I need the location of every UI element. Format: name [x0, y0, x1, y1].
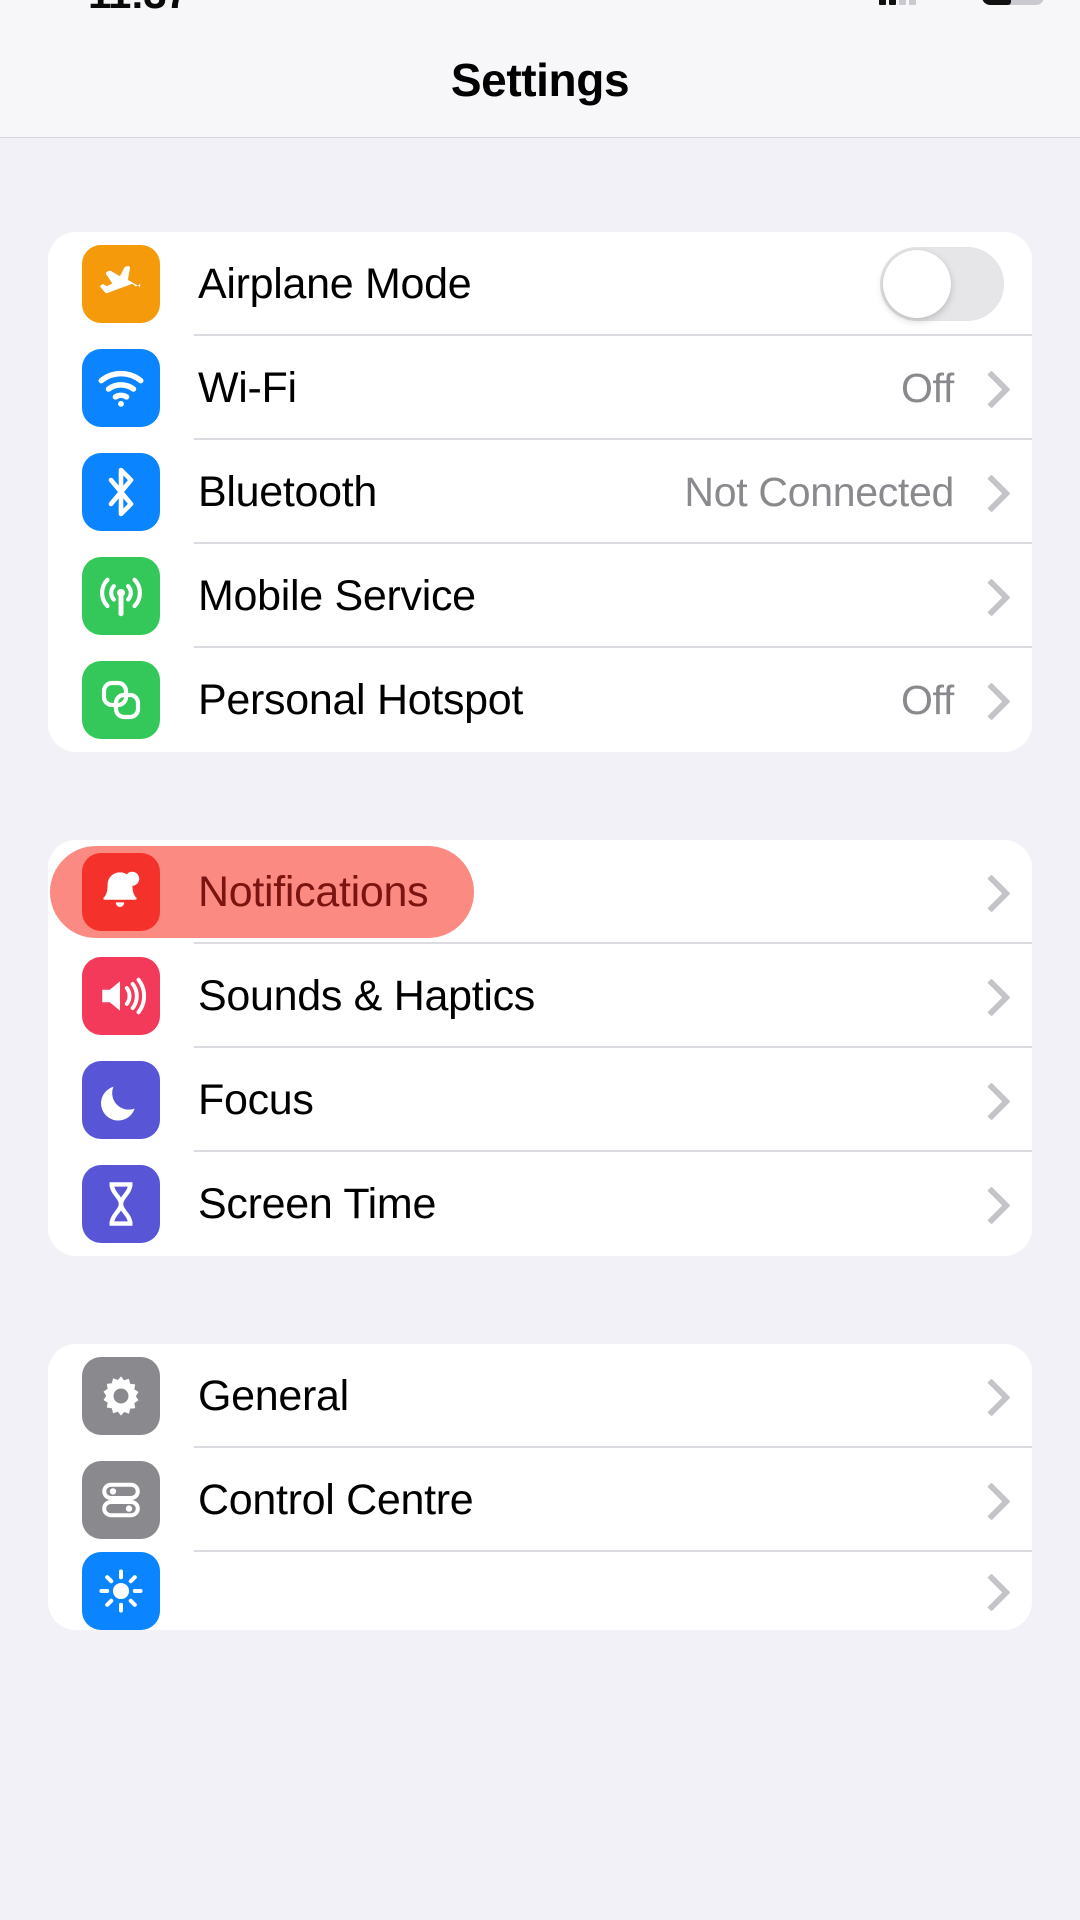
status-bar-time: 11:37	[88, 0, 189, 18]
battery-icon	[982, 0, 1044, 5]
settings-row-screen-time[interactable]: Screen Time	[48, 1152, 1032, 1256]
sliders-icon	[82, 1461, 160, 1539]
settings-row-label: Wi-Fi	[198, 363, 297, 412]
chevron-right-icon	[976, 369, 998, 407]
bluetooth-status-value: Not Connected	[684, 468, 954, 515]
settings-row-general[interactable]: General	[48, 1344, 1032, 1448]
settings-row-personal-hotspot[interactable]: Personal Hotspot Off	[48, 648, 1032, 752]
settings-row-control-centre[interactable]: Control Centre	[48, 1448, 1032, 1552]
page-title: Settings	[450, 53, 630, 106]
chevron-right-icon	[976, 473, 998, 511]
airplane-icon	[82, 245, 160, 323]
settings-row-label: Control Centre	[198, 1475, 474, 1524]
carrier-label: LTE	[926, 0, 973, 5]
settings-row-label: Sounds & Haptics	[198, 971, 535, 1020]
chevron-right-icon	[976, 1377, 998, 1415]
wifi-status-value: Off	[900, 364, 954, 411]
brightness-icon	[82, 1552, 160, 1630]
settings-row-bluetooth[interactable]: Bluetooth Not Connected	[48, 440, 1032, 544]
settings-row-sounds-haptics[interactable]: Sounds & Haptics	[48, 944, 1032, 1048]
settings-row-label: Bluetooth	[198, 467, 378, 516]
airplane-mode-toggle[interactable]	[880, 247, 1004, 321]
settings-row-mobile-service[interactable]: Mobile Service	[48, 544, 1032, 648]
bell-icon	[82, 853, 160, 931]
settings-row-label: General	[198, 1371, 349, 1420]
gear-icon	[82, 1357, 160, 1435]
chevron-right-icon	[976, 1481, 998, 1519]
cellular-antenna-icon	[82, 557, 160, 635]
settings-group-connectivity: Airplane Mode Wi-Fi Off Bluetooth Not Co…	[48, 232, 1032, 752]
cellular-signal-icon	[879, 0, 916, 5]
settings-row-focus[interactable]: Focus	[48, 1048, 1032, 1152]
moon-icon	[82, 1061, 160, 1139]
settings-row-label: Mobile Service	[198, 571, 476, 620]
settings-row-label: Personal Hotspot	[198, 675, 524, 724]
settings-row-label: Focus	[198, 1075, 314, 1124]
settings-row-notifications[interactable]: Notifications	[48, 840, 1032, 944]
settings-group-alerts: Notifications Sounds & Haptics Focus Scr…	[48, 840, 1032, 1256]
speaker-icon	[82, 957, 160, 1035]
settings-scroll-view[interactable]: Airplane Mode Wi-Fi Off Bluetooth Not Co…	[0, 232, 1080, 1920]
navigation-bar: Settings	[0, 22, 1080, 138]
settings-row-display-brightness[interactable]	[48, 1552, 1032, 1630]
settings-row-label: Airplane Mode	[198, 259, 472, 308]
settings-row-airplane-mode[interactable]: Airplane Mode	[48, 232, 1032, 336]
chevron-right-icon	[976, 1572, 998, 1610]
settings-row-label: Screen Time	[198, 1179, 437, 1228]
settings-row-label: Notifications	[198, 867, 429, 916]
settings-group-system: General Control Centre	[48, 1344, 1032, 1630]
hourglass-icon	[82, 1165, 160, 1243]
status-bar: 11:37 LTE	[0, 0, 1080, 22]
chevron-right-icon	[976, 1081, 998, 1119]
settings-row-wifi[interactable]: Wi-Fi Off	[48, 336, 1032, 440]
hotspot-status-value: Off	[900, 676, 954, 723]
chevron-right-icon	[976, 1185, 998, 1223]
chevron-right-icon	[976, 977, 998, 1015]
hotspot-links-icon	[82, 661, 160, 739]
wifi-icon	[82, 349, 160, 427]
chevron-right-icon	[976, 577, 998, 615]
bluetooth-icon	[82, 453, 160, 531]
status-bar-indicators: LTE	[879, 0, 1044, 5]
chevron-right-icon	[976, 873, 998, 911]
chevron-right-icon	[976, 681, 998, 719]
